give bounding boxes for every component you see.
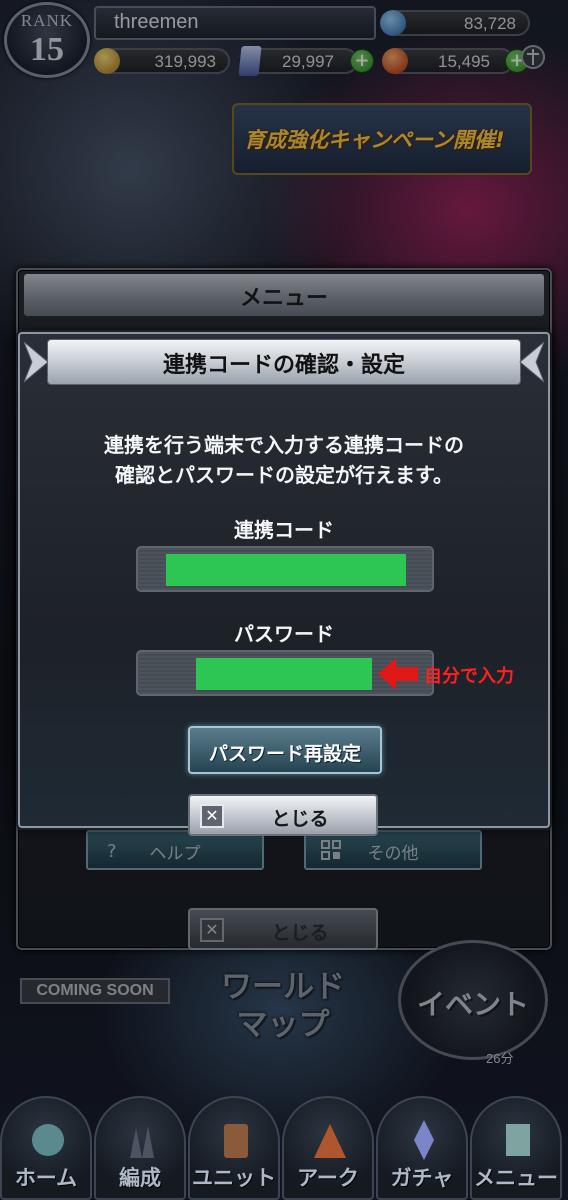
gacha-icon (414, 1120, 434, 1160)
redacted-link-code (166, 554, 406, 586)
nav-menu-label: メニュー (474, 1166, 558, 1190)
home-icon (32, 1124, 64, 1156)
nav-ark-label: アーク (297, 1166, 359, 1190)
dialog-title: 連携コードの確認・設定 (162, 353, 405, 378)
redacted-password (196, 658, 372, 690)
nav-menu[interactable]: メニュー (470, 1096, 562, 1200)
nav-ark[interactable]: アーク (282, 1096, 374, 1200)
close-icon: ✕ (200, 804, 224, 828)
nav-unit-label: ユニット (192, 1166, 276, 1190)
description-line-1: 連携を行う端末で入力する連携コードの (104, 433, 464, 457)
bottom-nav: ホーム 編成 ユニット アーク ガチャ メニュー (0, 1096, 568, 1200)
nav-home[interactable]: ホーム (0, 1096, 92, 1200)
ornament-left-icon (23, 341, 49, 383)
dialog-description: 連携を行う端末で入力する連携コードの 確認とパスワードの設定が行えます。 (40, 430, 528, 490)
dialog-title-bar: 連携コードの確認・設定 (48, 340, 520, 384)
nav-formation[interactable]: 編成 (94, 1096, 186, 1200)
link-code-field[interactable] (136, 546, 434, 592)
ornament-right-icon (519, 341, 545, 383)
password-label: パスワード (234, 622, 334, 646)
description-line-2: 確認とパスワードの設定が行えます。 (115, 463, 453, 487)
ark-icon (314, 1124, 346, 1158)
password-reset-button[interactable]: パスワード再設定 (188, 726, 382, 774)
password-reset-label: パスワード再設定 (208, 743, 361, 765)
nav-formation-label: 編成 (119, 1166, 161, 1190)
left-arrow-icon (378, 658, 418, 690)
annotation-text: 自分で入力 (424, 666, 514, 687)
nav-unit[interactable]: ユニット (188, 1096, 280, 1200)
nav-home-label: ホーム (14, 1166, 78, 1190)
link-code-dialog: 連携コードの確認・設定 連携を行う端末で入力する連携コードの 確認とパスワードの… (18, 332, 550, 828)
nav-gacha[interactable]: ガチャ (376, 1096, 468, 1200)
dialog-close-label: とじる (271, 808, 329, 830)
dialog-close-button[interactable]: ✕ とじる (188, 794, 378, 836)
formation-icon (130, 1126, 154, 1158)
unit-icon (224, 1124, 248, 1158)
link-code-label: 連携コード (234, 518, 334, 542)
menu-icon (506, 1124, 530, 1156)
nav-gacha-label: ガチャ (390, 1166, 454, 1190)
